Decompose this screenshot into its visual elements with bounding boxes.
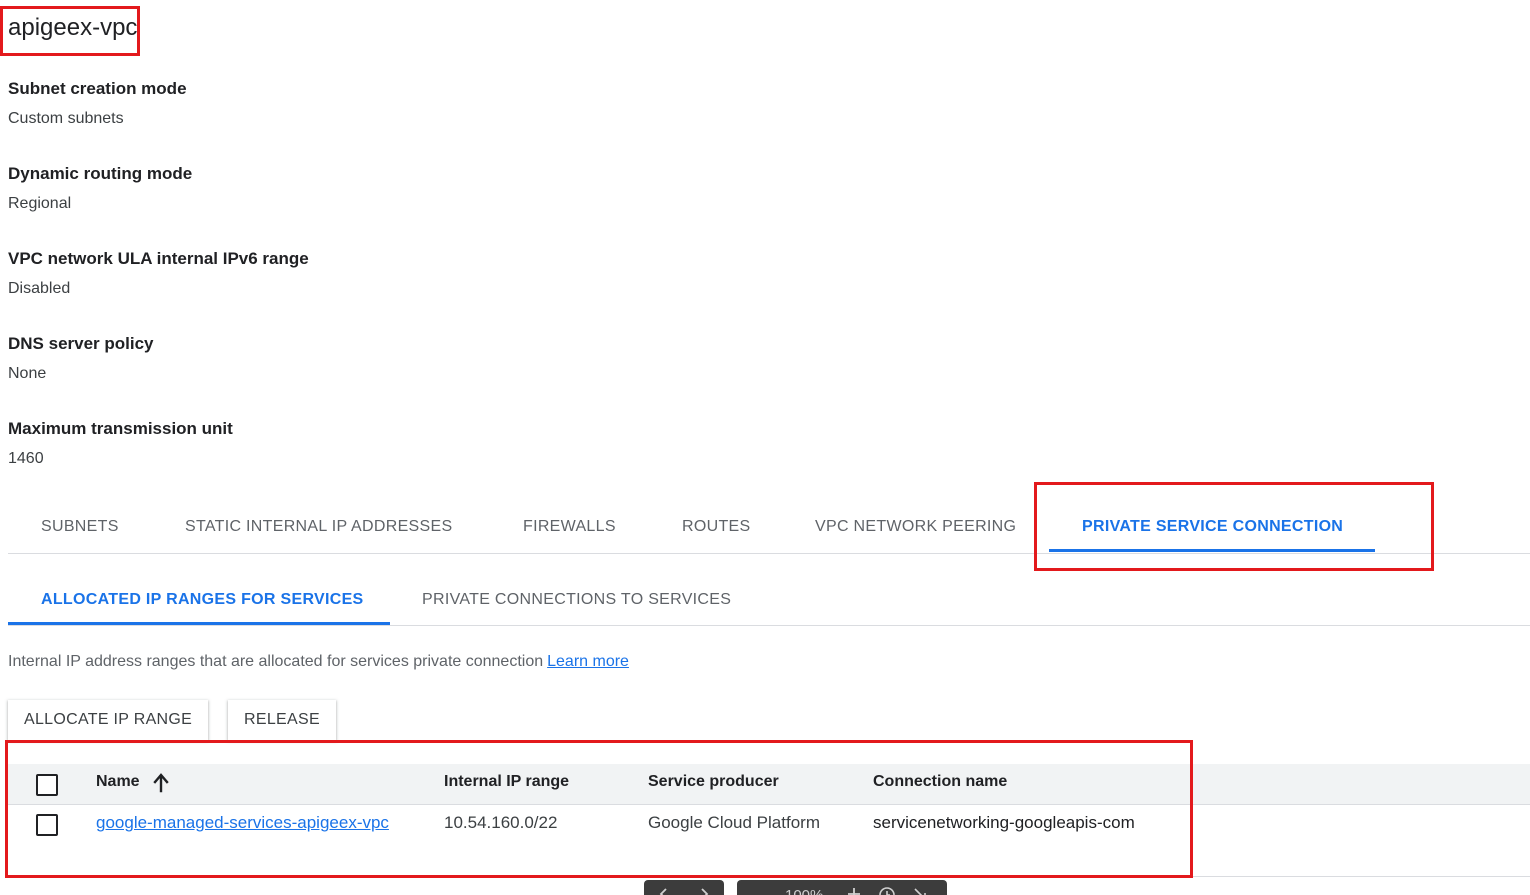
private-service-connection-highlight-box: [1034, 482, 1434, 571]
chevron-right-icon[interactable]: [698, 888, 710, 895]
mtu-value: 1460: [8, 450, 44, 467]
mtu-label: Maximum transmission unit: [8, 419, 233, 438]
zoom-level: 100%: [785, 887, 823, 895]
ula-ipv6-range-label: VPC network ULA internal IPv6 range: [8, 249, 309, 268]
ula-ipv6-range-value: Disabled: [8, 280, 71, 297]
tab-routes[interactable]: ROUTES: [682, 518, 750, 536]
dns-server-policy-value: None: [8, 365, 47, 382]
table-row-divider: [1193, 876, 1530, 877]
dns-server-policy-label: DNS server policy: [8, 334, 154, 353]
viewer-zoom-bar: 100%: [737, 880, 947, 895]
active-subtab-indicator: [8, 622, 390, 625]
expand-icon[interactable]: [912, 886, 928, 895]
allocate-ip-range-button[interactable]: ALLOCATE IP RANGE: [8, 700, 209, 740]
tab-subnets[interactable]: SUBNETS: [41, 518, 119, 536]
dynamic-routing-mode-label: Dynamic routing mode: [8, 164, 193, 183]
tab-static-internal-ip-addresses[interactable]: STATIC INTERNAL IP ADDRESSES: [185, 518, 452, 536]
subnet-creation-mode-label: Subnet creation mode: [8, 79, 187, 98]
plus-icon[interactable]: [847, 887, 861, 895]
viewer-navigation-bar: [644, 880, 724, 895]
tab-firewalls[interactable]: FIREWALLS: [523, 518, 616, 536]
learn-more-link[interactable]: Learn more: [547, 653, 629, 670]
subtabs-divider: [8, 625, 1530, 626]
subnet-creation-mode-value: Custom subnets: [8, 110, 124, 127]
dynamic-routing-mode-value: Regional: [8, 195, 72, 212]
vpc-network-details-page: apigeex-vpc Subnet creation mode Custom …: [0, 0, 1530, 895]
section-description: Internal IP address ranges that are allo…: [8, 653, 629, 671]
subtab-private-connections[interactable]: PRIVATE CONNECTIONS TO SERVICES: [422, 591, 731, 609]
page-title: apigeex-vpc: [8, 14, 138, 41]
subtab-allocated-ip-ranges[interactable]: ALLOCATED IP RANGES FOR SERVICES: [41, 591, 364, 609]
zoom-reset-icon[interactable]: [878, 886, 896, 895]
description-text: Internal IP address ranges that are allo…: [8, 653, 544, 670]
table-highlight-box: [5, 740, 1193, 878]
release-button[interactable]: RELEASE: [228, 700, 336, 740]
tab-vpc-network-peering[interactable]: VPC NETWORK PEERING: [815, 518, 1016, 536]
chevron-left-icon[interactable]: [658, 888, 670, 895]
